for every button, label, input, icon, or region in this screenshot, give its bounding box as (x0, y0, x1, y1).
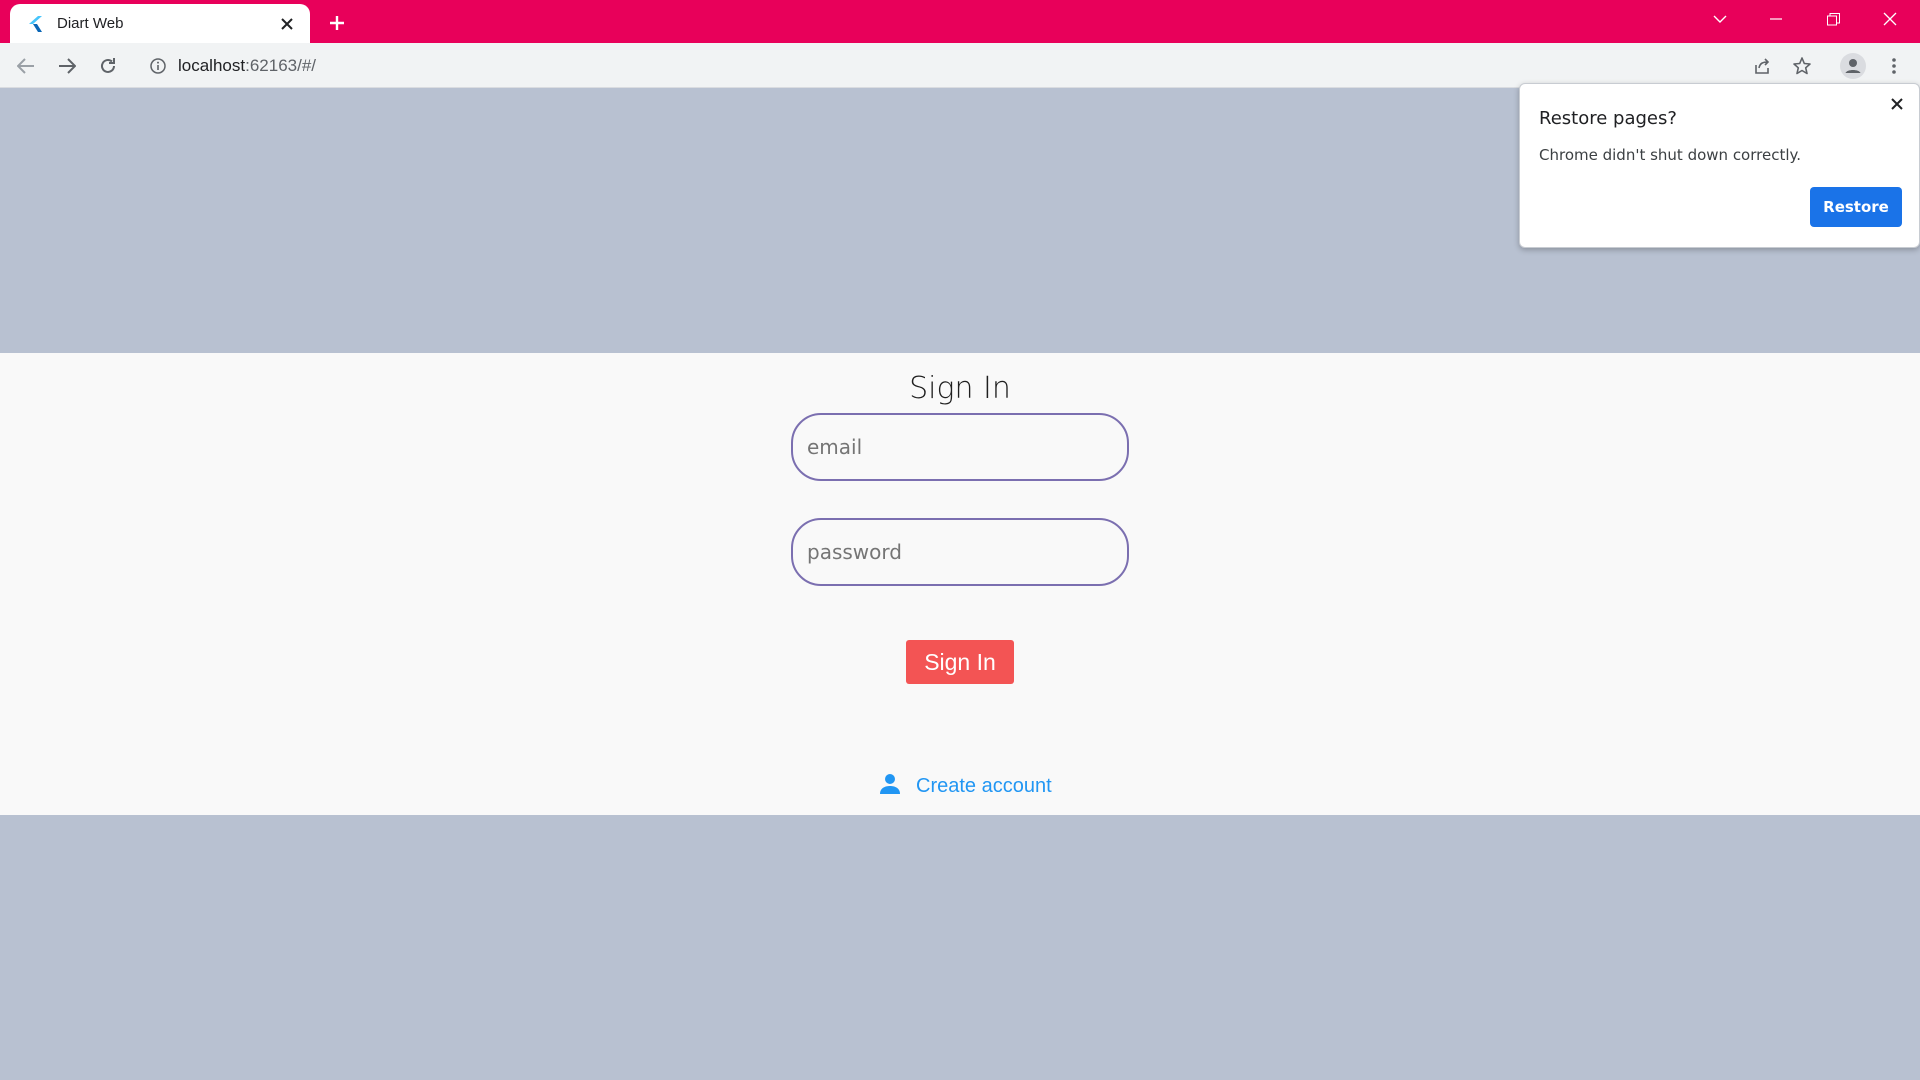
minimize-icon[interactable] (1748, 0, 1804, 38)
popup-title: Restore pages? (1539, 108, 1677, 129)
browser-tab[interactable]: Diart Web (10, 4, 310, 43)
profile-icon[interactable] (1837, 50, 1869, 82)
page-title: Sign In (909, 371, 1011, 406)
restore-pages-popup: Restore pages? Chrome didn't shut down c… (1519, 83, 1920, 248)
tab-title: Diart Web (57, 15, 124, 32)
browser-toolbar: localhost:62163/#/ (0, 43, 1920, 88)
reload-icon[interactable] (92, 50, 124, 82)
share-icon[interactable] (1746, 50, 1778, 82)
menu-icon[interactable] (1878, 50, 1910, 82)
create-account-link[interactable]: Create account (878, 771, 1052, 801)
signin-button[interactable]: Sign In (906, 640, 1014, 684)
plus-icon[interactable] (323, 9, 351, 37)
url-path: :62163/#/ (245, 56, 317, 75)
chevron-down-icon[interactable] (1692, 0, 1748, 38)
address-bar[interactable]: localhost:62163/#/ (136, 48, 1824, 84)
tab-strip: Diart Web (0, 0, 1920, 43)
signin-panel: Sign In Sign In Create account (0, 353, 1920, 815)
password-field[interactable] (791, 518, 1129, 586)
person-icon (878, 772, 902, 801)
site-info-icon[interactable] (148, 56, 168, 76)
close-icon[interactable] (276, 13, 298, 35)
close-icon[interactable] (1885, 92, 1909, 116)
star-icon[interactable] (1786, 50, 1818, 82)
email-input[interactable] (807, 435, 1127, 459)
create-account-label: Create account (916, 774, 1052, 797)
restore-icon[interactable] (1805, 0, 1861, 38)
restore-button[interactable]: Restore (1810, 187, 1902, 227)
url-host: localhost (178, 56, 246, 75)
email-field[interactable] (791, 413, 1129, 481)
password-input[interactable] (807, 540, 1127, 564)
back-icon[interactable] (10, 50, 42, 82)
close-icon[interactable] (1862, 0, 1918, 38)
flutter-icon (27, 15, 45, 33)
popup-message: Chrome didn't shut down correctly. (1539, 146, 1802, 164)
forward-icon[interactable] (51, 50, 83, 82)
